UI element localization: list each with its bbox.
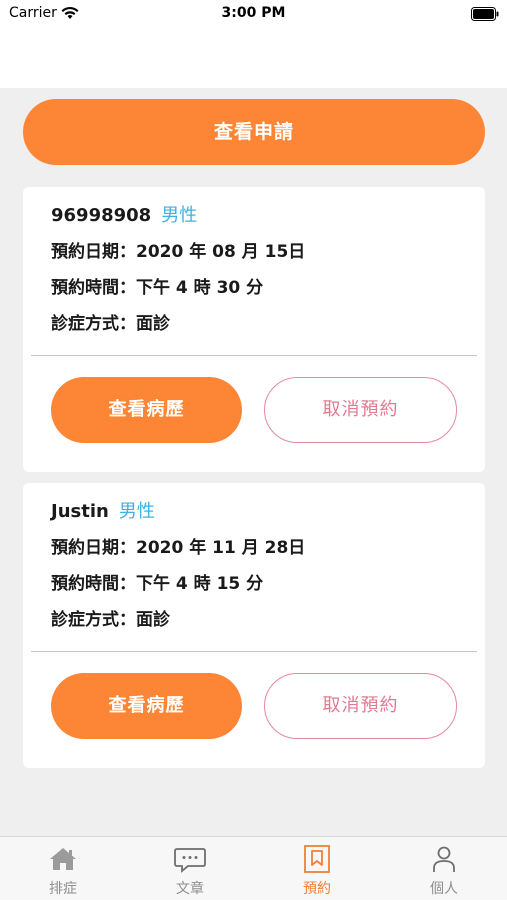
patient-gender: 男性 [161, 205, 198, 226]
tab-label: 預約 [303, 881, 331, 897]
tab-queue[interactable]: 排症 [0, 837, 126, 901]
date-value: 2020 年 11 月 28日 [136, 538, 306, 558]
consultation-method: 診症方式：面診 [51, 309, 170, 334]
view-history-button[interactable]: 查看病歷 [51, 377, 242, 443]
appointments-content: 查看申請 96998908 男性 預約日期：2020 年 08 月 15日 預約時… [0, 88, 507, 836]
appointment-time: 預約時間：下午 4 時 15 分 [51, 569, 263, 594]
time-label: 預約時間： [51, 574, 136, 594]
date-value: 2020 年 08 月 15日 [136, 242, 306, 262]
tab-bar: 排症 文章 預約 個人 [0, 836, 507, 900]
consultation-method: 診症方式：面診 [51, 605, 170, 630]
person-icon [426, 845, 462, 873]
view-applications-button[interactable]: 查看申請 [23, 99, 485, 165]
time-label: 預約時間： [51, 278, 136, 298]
time-value: 下午 4 時 30 分 [136, 278, 264, 298]
navigation-bar [0, 30, 507, 88]
patient-name: 96998908 [51, 205, 152, 226]
tab-label: 個人 [430, 881, 458, 897]
appointment-date: 預約日期：2020 年 08 月 15日 [51, 237, 305, 262]
method-value: 面診 [136, 610, 170, 630]
tab-articles[interactable]: 文章 [127, 837, 253, 901]
method-value: 面診 [136, 314, 170, 334]
appointment-card: 96998908 男性 預約日期：2020 年 08 月 15日 預約時間：下午 … [23, 187, 485, 472]
status-time: 3:00 PM [221, 5, 286, 21]
patient-header: Justin 男性 [51, 497, 155, 522]
tab-label: 文章 [176, 881, 204, 897]
bookmark-icon [299, 845, 335, 873]
time-value: 下午 4 時 15 分 [136, 574, 264, 594]
method-label: 診症方式： [51, 610, 136, 630]
appointment-card: Justin 男性 預約日期：2020 年 11 月 28日 預約時間：下午 4 … [23, 483, 485, 768]
cancel-appointment-button[interactable]: 取消預約 [264, 673, 457, 739]
tab-label: 排症 [49, 881, 77, 897]
tab-profile[interactable]: 個人 [381, 837, 507, 901]
view-history-button[interactable]: 查看病歷 [51, 673, 242, 739]
tab-appointments[interactable]: 預約 [254, 837, 380, 901]
patient-header: 96998908 男性 [51, 201, 198, 226]
date-label: 預約日期： [51, 242, 136, 262]
cancel-appointment-button[interactable]: 取消預約 [264, 377, 457, 443]
patient-gender: 男性 [118, 501, 155, 522]
battery-icon [471, 6, 499, 25]
date-label: 預約日期： [51, 538, 136, 558]
patient-name: Justin [51, 501, 109, 522]
card-divider [31, 355, 477, 356]
method-label: 診症方式： [51, 314, 136, 334]
home-icon [45, 845, 81, 873]
status-bar: Carrier 3:00 PM [0, 0, 507, 30]
appointment-time: 預約時間：下午 4 時 30 分 [51, 273, 263, 298]
appointment-date: 預約日期：2020 年 11 月 28日 [51, 533, 305, 558]
card-divider [31, 651, 477, 652]
chat-icon [172, 845, 208, 873]
